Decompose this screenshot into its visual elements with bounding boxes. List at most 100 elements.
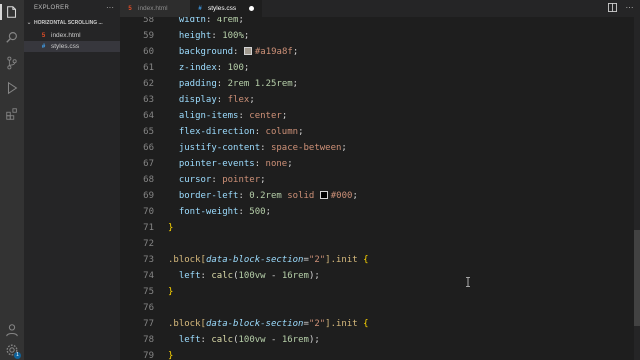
code-token: height [178,31,212,41]
line-code[interactable]: z-index: 100; [168,60,249,76]
line-number: 74 [143,271,154,281]
code-line[interactable]: 62 padding: 2rem 1.25rem; [120,76,640,92]
search-icon[interactable] [4,29,20,45]
code-line[interactable]: 63 display: flex; [120,92,640,108]
color-swatch[interactable] [319,191,328,199]
line-number: 78 [143,335,154,345]
code-token: 500 [249,207,266,217]
manage-gear-icon[interactable]: 1 [4,342,21,359]
code-token: data-block-section [205,319,304,329]
tab-styles-css[interactable]: # styles.css [190,0,262,17]
code-editor[interactable]: 58 width: 4rem; 59 height: 100%; 60 backgr… [120,17,640,360]
code-line[interactable]: 78 left: calc(100vw - 16rem); [120,332,640,348]
file-item-index-html[interactable]: 5 index.html [24,30,120,41]
code-line[interactable]: 65 flex-direction: column; [120,124,640,140]
line-number: 75 [143,287,154,297]
line-number: 67 [143,159,154,169]
line-number: 60 [143,47,154,57]
unsaved-dot-icon[interactable] [249,6,254,11]
files-icon[interactable] [4,4,20,20]
code-line[interactable]: 67 pointer-events: none; [120,156,640,172]
line-code[interactable]: flex-direction: column; [168,124,304,140]
update-badge: 1 [14,352,21,359]
line-code[interactable]: font-weight: 500; [168,204,271,220]
line-code[interactable]: left: calc(100vw - 16rem); [168,332,320,348]
line-code[interactable]: align-items: center; [168,108,287,124]
code-line[interactable]: 79} [120,348,640,360]
code-token: 0.2rem [249,191,282,201]
source-control-icon[interactable] [4,55,20,71]
line-number: 79 [143,351,154,360]
line-code[interactable]: cursor: pointer; [168,172,266,188]
line-code[interactable]: padding: 2rem 1.25rem; [168,76,298,92]
code-token: column [265,127,299,137]
code-line[interactable]: 77 .block[data-block-section="2"].init { [120,316,640,332]
tab-label: index.html [138,5,168,12]
line-number: 69 [143,191,154,201]
line-number: 76 [143,303,154,313]
code-line[interactable]: 66 justify-content: space-between; [120,140,640,156]
code-line[interactable]: 73 .block[data-block-section="2"].init { [120,252,640,268]
code-line[interactable]: 61 z-index: 100; [120,60,640,76]
code-line[interactable]: 74 left: calc(100vw - 16rem); [120,268,640,284]
code-token: flex [227,95,250,105]
code-line[interactable]: 71} [120,220,640,236]
tab-index-html[interactable]: 5 index.html [120,0,190,17]
activity-bar: 1 [0,0,24,360]
scrollbar-thumb[interactable] [634,230,640,326]
line-code[interactable]: left: calc(100vw - 16rem); [168,268,320,284]
html-file-icon: 5 [128,5,132,12]
line-code[interactable]: } [168,220,173,236]
line-number: 62 [143,79,154,89]
line-code[interactable]: } [168,284,173,300]
code-token: justify-content [178,143,261,153]
line-code[interactable]: background: #a19a8f; [168,44,298,60]
folder-section-header[interactable]: ⌄ HORIZONTAL SCROLLING ... [24,17,120,28]
editor-tabs: 5 index.html # styles.css ··· [120,0,640,17]
code-token: pointer-events [178,159,255,169]
line-code[interactable]: display: flex; [168,92,255,108]
code-token: { [363,319,369,329]
line-code[interactable]: pointer-events: none; [168,156,293,172]
code-token: pointer [222,175,261,185]
split-editor-icon[interactable] [608,3,617,12]
code-line[interactable]: 70 font-weight: 500; [120,204,640,220]
code-line[interactable]: 60 background: #a19a8f; [120,44,640,60]
code-token: border-left [178,191,239,201]
more-actions-icon[interactable]: ··· [106,3,114,12]
code-token: flex-direction [178,127,255,137]
line-code[interactable]: justify-content: space-between; [168,140,347,156]
code-line[interactable]: 68 cursor: pointer; [120,172,640,188]
code-line[interactable]: 64 align-items: center; [120,108,640,124]
color-swatch[interactable] [243,47,252,55]
line-code[interactable]: border-left: 0.2rem solid #000; [168,188,358,204]
code-line[interactable]: 76 [120,300,640,316]
code-token: background [178,47,234,57]
line-number: 61 [143,63,154,73]
code-token: padding [178,79,217,89]
code-token: left [178,271,201,281]
line-number: 68 [143,175,154,185]
line-code[interactable]: .block[data-block-section="2"].init { [168,316,369,332]
file-item-styles-css[interactable]: # styles.css [24,41,120,52]
account-icon[interactable] [4,322,20,338]
more-actions-icon[interactable]: ··· [625,3,634,12]
code-line[interactable]: 69 border-left: 0.2rem solid #000; [120,188,640,204]
line-code[interactable]: } [168,348,173,360]
line-number: 73 [143,255,154,265]
code-line[interactable]: 75} [120,284,640,300]
mouse-cursor-icon [465,274,471,287]
line-code[interactable]: width: 4rem; [168,17,244,28]
code-token: 2rem [227,79,250,89]
line-code[interactable]: height: 100%; [168,28,249,44]
code-token: #a19a8f [254,47,293,57]
line-code[interactable]: .block[data-block-section="2"].init { [168,252,369,268]
code-token: align-items [178,111,239,121]
code-line[interactable]: 72 [120,236,640,252]
code-token: center [249,111,282,121]
run-debug-icon[interactable] [4,80,20,96]
extensions-icon[interactable] [4,106,20,122]
code-line[interactable]: 58 width: 4rem; [120,17,640,28]
code-line[interactable]: 59 height: 100%; [120,28,640,44]
code-token: 16rem [281,335,309,345]
